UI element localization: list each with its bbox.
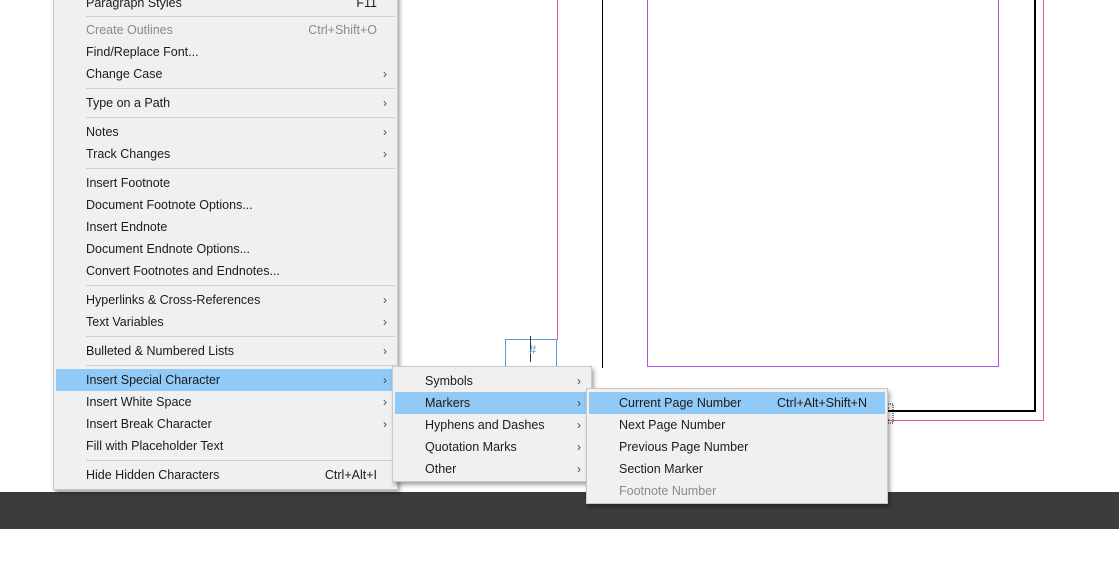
menu-item-insert-white-space[interactable]: Insert White Space › (56, 391, 395, 413)
menu-item-document-footnote-options[interactable]: Document Footnote Options... (56, 194, 395, 216)
page-number-placeholder: # (529, 342, 537, 357)
submenu-item-current-page-number[interactable]: Current Page Number Ctrl+Alt+Shift+N (589, 392, 885, 414)
chevron-right-icon: › (383, 315, 387, 329)
chevron-right-icon: › (577, 396, 581, 410)
menu-item-insert-break-character[interactable]: Insert Break Character › (56, 413, 395, 435)
special-character-submenu: Symbols › Markers › Hyphens and Dashes ›… (392, 366, 592, 482)
menu-item-hyperlinks-cross-references[interactable]: Hyperlinks & Cross-References › (56, 289, 395, 311)
markers-submenu: Current Page Number Ctrl+Alt+Shift+N Nex… (586, 388, 888, 504)
menu-separator (86, 117, 395, 118)
menu-item-document-endnote-options[interactable]: Document Endnote Options... (56, 238, 395, 260)
menu-item-track-changes[interactable]: Track Changes › (56, 143, 395, 165)
menu-item-create-outlines[interactable]: Create Outlines Ctrl+Shift+O (56, 19, 395, 41)
chevron-right-icon: › (577, 418, 581, 432)
page-edge-right (1034, 0, 1036, 412)
chevron-right-icon: › (383, 395, 387, 409)
margin-guide-bottom (647, 366, 999, 367)
chevron-right-icon: › (383, 96, 387, 110)
chevron-right-icon: › (577, 374, 581, 388)
submenu-item-symbols[interactable]: Symbols › (395, 370, 589, 392)
submenu-item-markers[interactable]: Markers › (395, 392, 589, 414)
chevron-right-icon: › (383, 417, 387, 431)
menu-item-change-case[interactable]: Change Case › (56, 63, 395, 85)
menu-item-insert-endnote[interactable]: Insert Endnote (56, 216, 395, 238)
submenu-item-quotation-marks[interactable]: Quotation Marks › (395, 436, 589, 458)
menu-item-paragraph-styles[interactable]: Paragraph Styles F11 (56, 0, 395, 14)
menu-item-find-replace-font[interactable]: Find/Replace Font... (56, 41, 395, 63)
margin-guide-left (647, 0, 648, 367)
menu-item-type-on-a-path[interactable]: Type on a Path › (56, 92, 395, 114)
menu-item-fill-with-placeholder-text[interactable]: Fill with Placeholder Text (56, 435, 395, 457)
menu-separator (86, 336, 395, 337)
bleed-guide-bottom (886, 420, 1044, 421)
submenu-item-next-page-number[interactable]: Next Page Number (589, 414, 885, 436)
menu-separator (86, 88, 395, 89)
page-edge-bottom (886, 410, 1036, 412)
chevron-right-icon: › (383, 373, 387, 387)
bleed-guide-left (557, 0, 558, 340)
menu-separator (86, 168, 395, 169)
chevron-right-icon: › (383, 293, 387, 307)
bleed-guide-right (1043, 0, 1044, 421)
chevron-right-icon: › (383, 67, 387, 81)
chevron-right-icon: › (383, 344, 387, 358)
menu-separator (86, 460, 395, 461)
chevron-right-icon: › (383, 125, 387, 139)
menu-separator (86, 285, 395, 286)
menu-item-hide-hidden-characters[interactable]: Hide Hidden Characters Ctrl+Alt+I (56, 464, 395, 486)
chevron-right-icon: › (577, 462, 581, 476)
text-frame[interactable]: # (505, 336, 557, 367)
menu-separator (86, 16, 395, 17)
submenu-item-previous-page-number[interactable]: Previous Page Number (589, 436, 885, 458)
chevron-right-icon: › (383, 147, 387, 161)
margin-guide-right (998, 0, 999, 367)
menu-separator (86, 365, 395, 366)
pasteboard-bar (0, 492, 1119, 529)
submenu-item-footnote-number[interactable]: Footnote Number (589, 480, 885, 502)
menu-item-notes[interactable]: Notes › (56, 121, 395, 143)
submenu-item-other[interactable]: Other › (395, 458, 589, 480)
page-edge-left (602, 0, 603, 368)
menu-item-insert-special-character[interactable]: Insert Special Character › (56, 369, 395, 391)
chevron-right-icon: › (577, 440, 581, 454)
type-context-menu: Paragraph Styles F11 Create Outlines Ctr… (53, 0, 398, 490)
menu-item-convert-footnotes-endnotes[interactable]: Convert Footnotes and Endnotes... (56, 260, 395, 282)
submenu-item-section-marker[interactable]: Section Marker (589, 458, 885, 480)
submenu-item-hyphens-and-dashes[interactable]: Hyphens and Dashes › (395, 414, 589, 436)
menu-item-insert-footnote[interactable]: Insert Footnote (56, 172, 395, 194)
menu-item-bulleted-numbered-lists[interactable]: Bulleted & Numbered Lists › (56, 340, 395, 362)
menu-item-text-variables[interactable]: Text Variables › (56, 311, 395, 333)
